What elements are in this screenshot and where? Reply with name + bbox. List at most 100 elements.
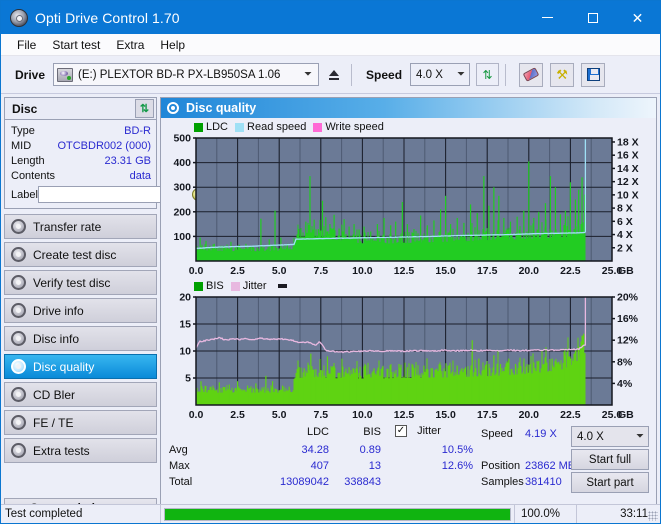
chevron-down-icon: ⏷ [457,69,466,80]
refresh-button[interactable]: ⇅ [476,63,500,86]
legend-item-write-speed: Write speed [313,121,384,133]
svg-text:16%: 16% [617,313,639,325]
menu-extra[interactable]: Extra [108,36,152,54]
stats-ldc-max: 407 [310,460,329,472]
sidebar-item-drive-info[interactable]: Drive info [4,298,157,323]
test-speed-select[interactable]: 4.0 X ⏷ [571,426,649,447]
check-icon: ✓ [396,425,406,437]
content-area: Disc quality LDC Read speed Write speed … [160,95,660,523]
svg-text:2.5: 2.5 [230,409,245,421]
menu-file[interactable]: File [9,36,44,54]
drive-label: Drive [15,67,46,82]
drive-select-value: (E:) PLEXTOR BD-R PX-LB950SA 1.06 [78,68,281,81]
svg-text:12.5: 12.5 [394,265,415,277]
main-body: Disc ⇅ Type BD-R MID OTCBDR002 (000) Len… [1,95,660,523]
svg-text:20: 20 [179,293,191,304]
window-controls: ✕ [525,1,660,34]
window-title: Opti Drive Control 1.70 [35,9,180,26]
sidebar-item-transfer-rate[interactable]: Transfer rate [4,214,157,239]
sidebar-item-label: Extra tests [33,443,90,458]
svg-text:22.5: 22.5 [560,265,581,277]
drive-select[interactable]: (E:) PLEXTOR BD-R PX-LB950SA 1.06 ⏷ [53,63,320,86]
app-icon [10,8,28,27]
svg-text:12 X: 12 X [617,176,639,188]
sidebar-item-label: Disc quality [33,359,95,374]
sidebar-item-create-test-disc[interactable]: Create test disc [4,242,157,267]
start-part-button[interactable]: Start part [571,472,649,493]
sidebar-item-disc-info[interactable]: Disc info [4,326,157,351]
charts-container: LDC Read speed Write speed 100 200 300 400 5… [161,118,656,423]
erase-button[interactable] [519,62,544,87]
save-button[interactable] [581,62,606,87]
menu-start-test[interactable]: Start test [44,36,108,54]
maximize-button[interactable] [570,1,615,34]
sidebar-item-disc-quality[interactable]: Disc quality [4,354,157,379]
legend-label-jitter: Jitter [242,280,267,292]
stats-row-label-max: Max [169,460,190,472]
sidebar-item-label: Transfer rate [33,219,102,234]
svg-text:20.0: 20.0 [519,265,540,277]
eject-button[interactable] [323,63,346,86]
stats-jitter-max: 12.6% [441,460,473,472]
checkbox-box: ✓ [395,425,407,438]
page-title: Disc quality [186,101,257,115]
disc-row-mid: MID OTCBDR002 (000) [11,138,151,153]
sidebar-item-label: Disc info [33,331,80,346]
disc-value-mid: OTCBDR002 (000) [57,139,151,152]
sidebar-item-fe-te[interactable]: FE / TE [4,410,157,435]
minimize-button[interactable] [525,1,570,34]
save-icon [586,68,600,81]
sidebar-item-extra-tests[interactable]: Extra tests [4,438,157,463]
stats-position-label: Position [481,460,521,472]
menu-help[interactable]: Help [152,36,193,54]
disc-key-contents: Contents [11,169,56,182]
svg-text:15.0: 15.0 [435,409,456,421]
scroll-marker-icon [277,284,287,288]
svg-text:7.5: 7.5 [313,409,328,421]
sidebar: Disc ⇅ Type BD-R MID OTCBDR002 (000) Len… [1,95,206,523]
legend-item-ldc: LDC [194,121,228,133]
svg-text:4 X: 4 X [617,229,633,241]
legend-label-bis: BIS [206,280,224,292]
close-icon: ✕ [631,9,644,26]
sidebar-item-verify-test-disc[interactable]: Verify test disc [4,270,157,295]
svg-text:15: 15 [179,319,191,331]
resize-grip[interactable] [648,511,658,521]
refresh-icon: ⇅ [482,67,493,82]
toolbar: Drive (E:) PLEXTOR BD-R PX-LB950SA 1.06 … [1,56,660,94]
settings-button[interactable]: ⚒ [550,62,575,87]
progress-cell [160,505,514,523]
disc-icon [11,387,26,402]
close-button[interactable]: ✕ [615,1,660,34]
svg-text:20%: 20% [617,293,639,304]
svg-text:100: 100 [173,231,191,243]
svg-text:12.5: 12.5 [394,409,415,421]
disc-properties: Type BD-R MID OTCBDR002 (000) Length 23.… [5,120,206,208]
jitter-checkbox[interactable]: ✓ Jitter [395,425,441,438]
status-message: Test completed [5,508,83,520]
bis-chart: 5 10 15 20 4% 8% 12% 16% 20% 0.0 2.5 5.0 7.5 10.0 12.5… [164,293,653,423]
sidebar-item-cd-bler[interactable]: CD Bler [4,382,157,407]
minimize-icon [542,17,553,18]
chart-legend-bottom: BIS Jitter [164,279,653,293]
disc-panel-header: Disc ⇅ [5,98,156,120]
eraser-icon [522,67,540,82]
stats-row-label-avg: Avg [169,444,188,456]
stats-samples-label: Samples [481,476,524,488]
legend-label-write-speed: Write speed [325,121,384,133]
svg-text:2.5: 2.5 [230,265,245,277]
svg-text:4%: 4% [617,378,633,390]
start-full-button[interactable]: Start full [571,449,649,470]
svg-text:10: 10 [179,346,191,358]
speed-select[interactable]: 4.0 X ⏷ [410,63,471,86]
disc-refresh-button[interactable]: ⇅ [135,99,154,118]
disc-key-type: Type [11,124,35,137]
status-bar: Test completed 100.0% 33:11 [1,504,660,523]
drive-icon [57,67,74,82]
stats-bis-total: 338843 [344,476,381,488]
disc-icon [11,219,26,234]
disc-value-type: BD-R [124,124,151,137]
disc-row-length: Length 23.31 GB [11,153,151,168]
sidebar-item-label: Create test disc [33,247,117,262]
svg-text:5: 5 [185,373,191,385]
